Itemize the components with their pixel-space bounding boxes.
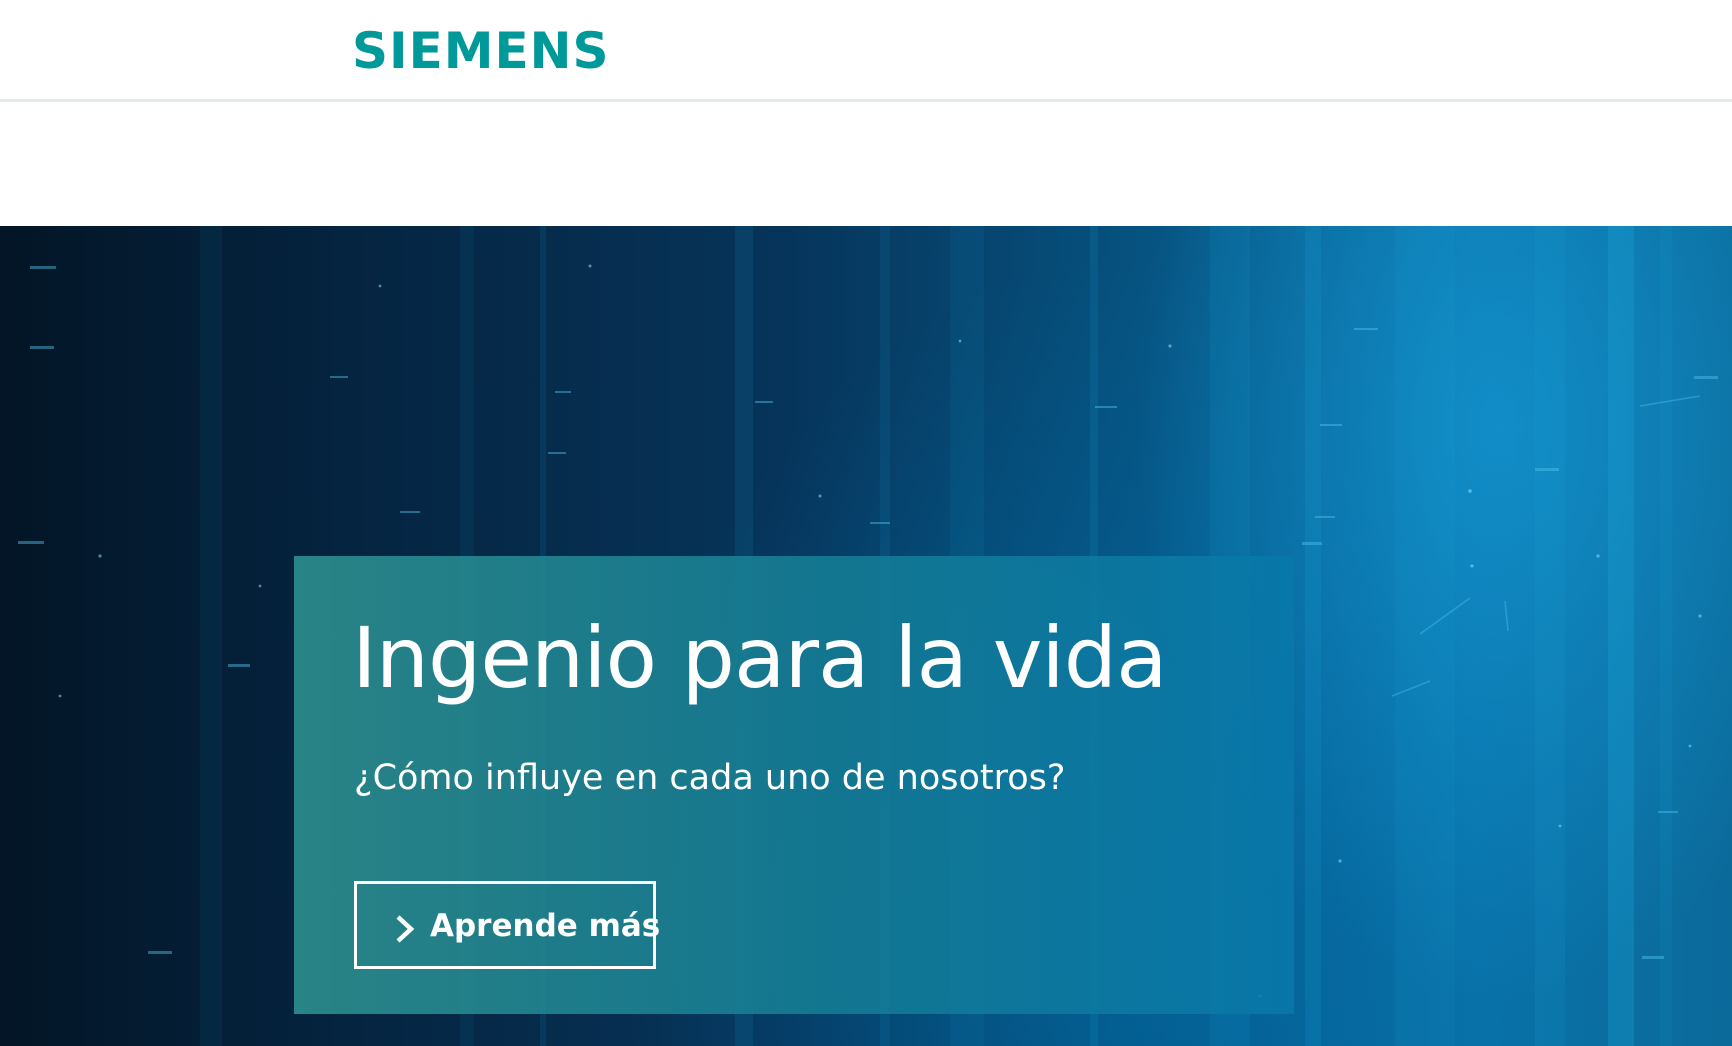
hero-teaser-panel: Ingenio para la vida ¿Cómo influye en ca…: [294, 556, 1294, 1014]
hero-title: Ingenio para la vida: [352, 609, 1168, 707]
header-spacer: [0, 102, 1732, 226]
learn-more-button[interactable]: Aprende más: [354, 881, 660, 969]
site-header: SIEMENS: [0, 0, 1732, 102]
chevron-right-icon: [396, 915, 415, 943]
siemens-logo[interactable]: SIEMENS: [352, 21, 610, 81]
hero-subtitle: ¿Cómo influye en cada uno de nosotros?: [354, 758, 1066, 798]
hero-banner: Ingenio para la vida ¿Cómo influye en ca…: [0, 226, 1732, 1046]
learn-more-label: Aprende más: [430, 908, 661, 944]
